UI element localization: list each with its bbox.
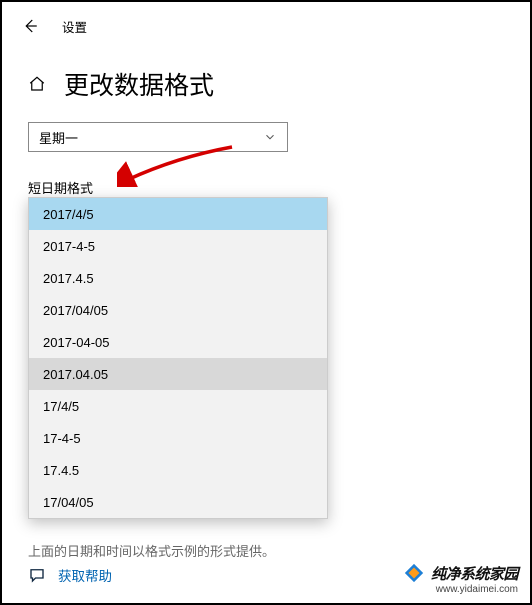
page-title: 更改数据格式 — [64, 66, 214, 102]
dropdown-item[interactable]: 2017.4.5 — [29, 262, 327, 294]
help-label: 获取帮助 — [58, 565, 112, 585]
page-heading-row: 更改数据格式 — [28, 66, 504, 102]
dropdown-item[interactable]: 2017/04/05 — [29, 294, 327, 326]
short-date-format-label: 短日期格式 — [28, 178, 504, 197]
dropdown-item[interactable]: 17-4-5 — [29, 422, 327, 454]
dropdown-item[interactable]: 17/4/5 — [29, 390, 327, 422]
watermark-url: www.yidaimei.com — [436, 584, 518, 595]
help-chat-icon — [28, 566, 46, 584]
dropdown-item[interactable]: 2017/4/5 — [29, 198, 327, 230]
watermark: 纯净系统家园 www.yidaimei.com — [403, 562, 518, 595]
header-bar: 设置 — [2, 2, 530, 50]
format-hint-text: 上面的日期和时间以格式示例的形式提供。 — [28, 541, 275, 560]
dropdown-item[interactable]: 2017-4-5 — [29, 230, 327, 262]
dropdown-item[interactable]: 2017.04.05 — [29, 358, 327, 390]
main-content: 更改数据格式 星期一 短日期格式 — [2, 50, 530, 197]
combobox-value: 星期一 — [39, 128, 78, 147]
get-help-link[interactable]: 获取帮助 — [28, 565, 112, 585]
dropdown-item[interactable]: 17/04/05 — [29, 486, 327, 518]
dropdown-item[interactable]: 17.4.5 — [29, 454, 327, 486]
chevron-down-icon — [263, 130, 277, 144]
header-title: 设置 — [62, 17, 87, 36]
back-button[interactable] — [20, 16, 40, 36]
back-arrow-icon — [21, 17, 39, 35]
dropdown-item[interactable]: 2017-04-05 — [29, 326, 327, 358]
weekday-combobox[interactable]: 星期一 — [28, 122, 288, 152]
short-date-format-dropdown: 2017/4/5 2017-4-5 2017.4.5 2017/04/05 20… — [28, 197, 328, 519]
watermark-logo-icon — [403, 562, 425, 584]
watermark-brand: 纯净系统家园 — [431, 563, 518, 584]
home-icon — [28, 75, 46, 93]
